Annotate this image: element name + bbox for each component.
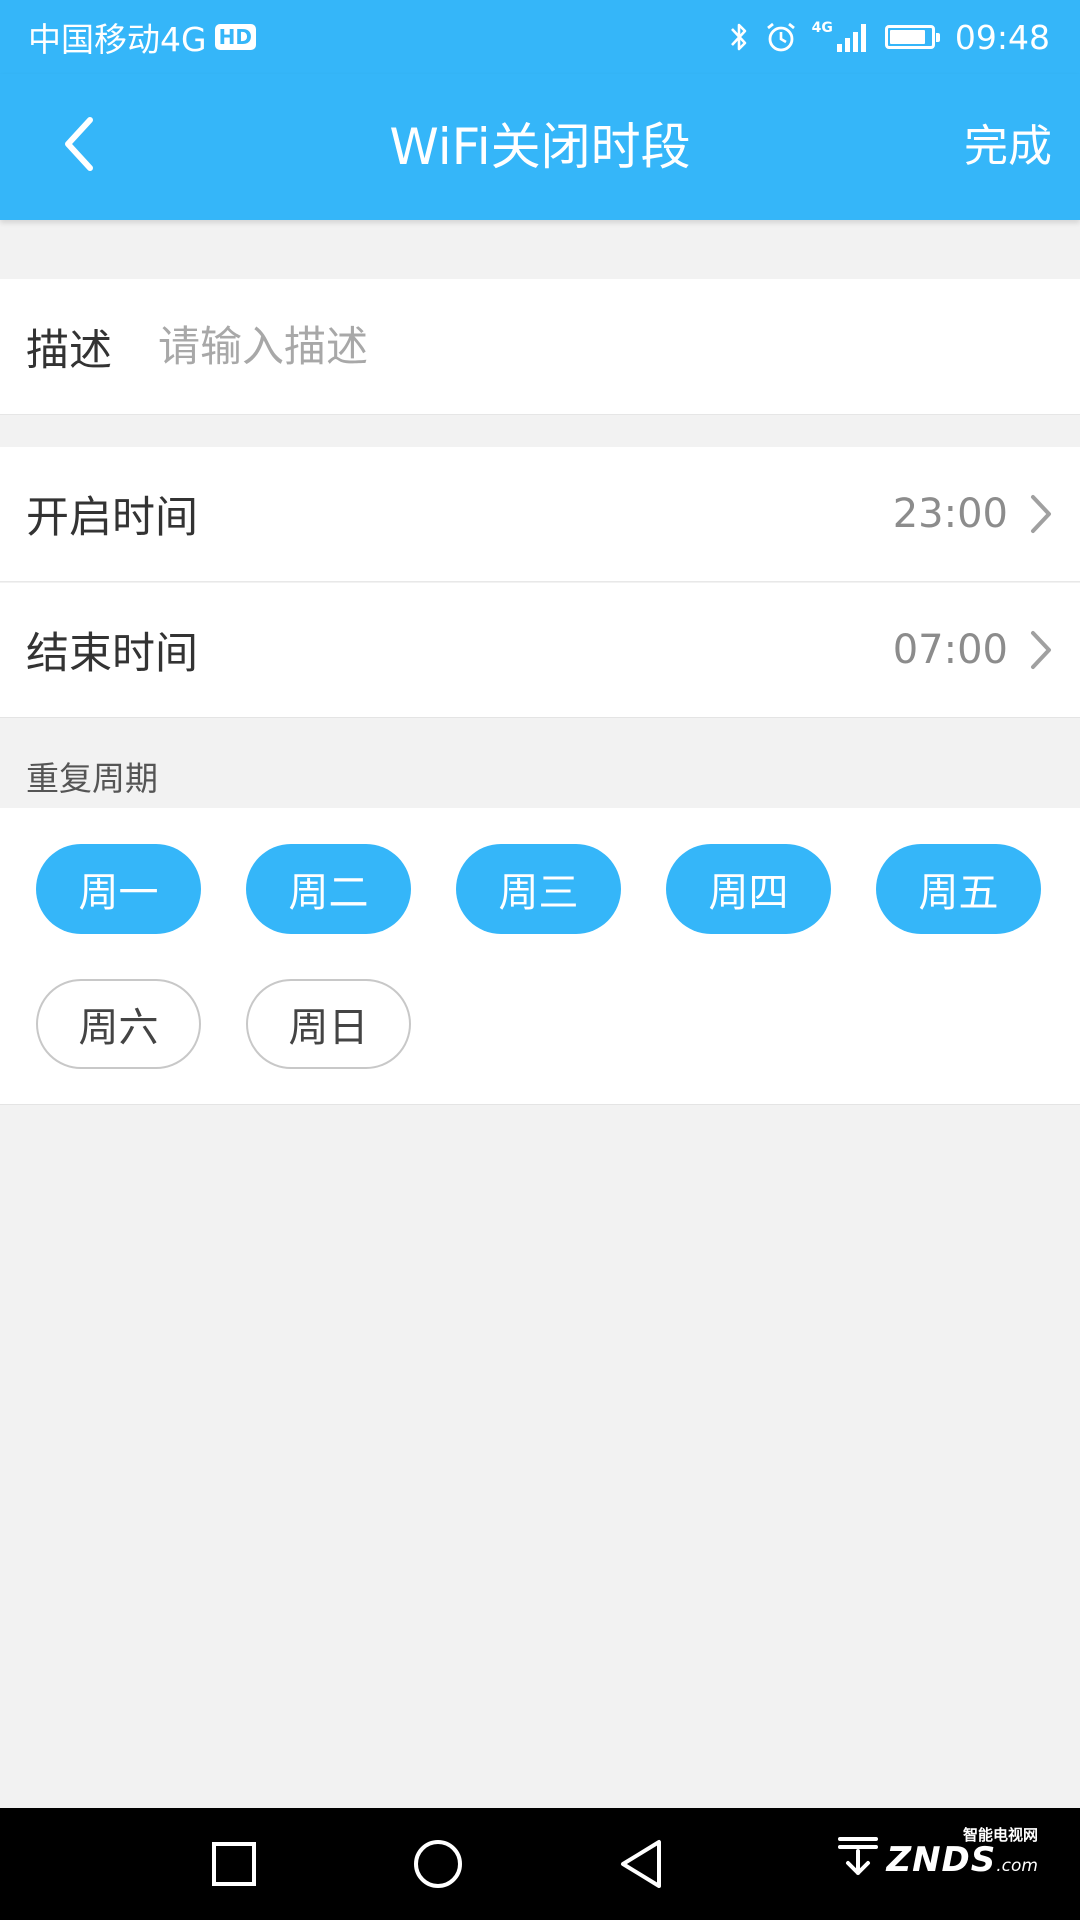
- start-time-row[interactable]: 开启时间 23:00: [0, 447, 1080, 582]
- day-chip-wed[interactable]: 周三: [456, 844, 621, 934]
- end-time-right: 07:00: [893, 627, 1054, 673]
- network-label: 4G: [811, 20, 833, 36]
- day-chip-sat[interactable]: 周六: [36, 979, 201, 1069]
- status-bar: 中国移动4G HD 4G 09:48: [0, 0, 1080, 74]
- done-button[interactable]: 完成: [964, 74, 1052, 220]
- description-label: 描述: [26, 325, 112, 376]
- start-time-right: 23:00: [893, 491, 1054, 537]
- hd-badge: HD: [214, 24, 256, 50]
- home-button[interactable]: [406, 1832, 470, 1896]
- day-chip-thu[interactable]: 周四: [666, 844, 831, 934]
- watermark-suffix: .com: [996, 1856, 1038, 1876]
- watermark-main-text: ZNDS: [886, 1840, 997, 1880]
- download-tv-icon: [838, 1836, 879, 1875]
- repeat-section-label: 重复周期: [26, 759, 158, 798]
- day-chip-sun[interactable]: 周日: [246, 979, 411, 1069]
- end-time-label: 结束时间: [26, 629, 198, 679]
- status-left: 中国移动4G HD: [28, 13, 256, 61]
- day-chip-fri[interactable]: 周五: [876, 844, 1041, 934]
- day-chip-tue[interactable]: 周二: [246, 844, 411, 934]
- start-time-value: 23:00: [892, 491, 1008, 537]
- day-chip-mon[interactable]: 周一: [36, 844, 201, 934]
- back-icon: [621, 1840, 661, 1888]
- status-right: 4G 09:48: [728, 18, 1050, 57]
- end-time-row[interactable]: 结束时间 07:00: [0, 583, 1080, 718]
- battery-icon: [884, 25, 940, 49]
- znds-watermark: 智能电视网 ZNDS .com: [836, 1828, 1038, 1877]
- description-row: 描述: [0, 279, 1080, 415]
- signal-icon: 4G: [812, 20, 871, 54]
- alarm-icon: [764, 20, 798, 54]
- page-title: WiFi关闭时段: [389, 118, 691, 176]
- system-back-button[interactable]: [610, 1832, 674, 1896]
- home-icon: [414, 1840, 462, 1888]
- screen: 中国移动4G HD 4G 09:48 WiFi关闭时段 完成 描述 请输入描述 …: [0, 0, 1080, 1920]
- end-time-value: 07:00: [892, 627, 1008, 673]
- battery-outline: [884, 25, 940, 49]
- bluetooth-icon: [728, 20, 750, 54]
- chevron-right-icon: [1031, 631, 1051, 669]
- watermark-brand: ZNDS .com: [886, 1843, 1038, 1877]
- battery-fill: [889, 30, 926, 44]
- repeat-days-panel: 周一 周二 周三 周四 周五 周六 周日: [0, 808, 1080, 1105]
- clock: 09:48: [954, 17, 1050, 57]
- watermark-text: 智能电视网 ZNDS .com: [886, 1828, 1038, 1878]
- recents-icon: [212, 1842, 256, 1886]
- recents-button[interactable]: [202, 1832, 266, 1896]
- app-header: WiFi关闭时段 完成: [0, 74, 1080, 220]
- start-time-label: 开启时间: [26, 493, 198, 543]
- carrier-label: 中国移动4G: [28, 20, 207, 59]
- chevron-right-icon: [1031, 495, 1051, 533]
- description-input[interactable]: [158, 322, 858, 371]
- system-nav-bar: 智能电视网 ZNDS .com: [0, 1808, 1080, 1920]
